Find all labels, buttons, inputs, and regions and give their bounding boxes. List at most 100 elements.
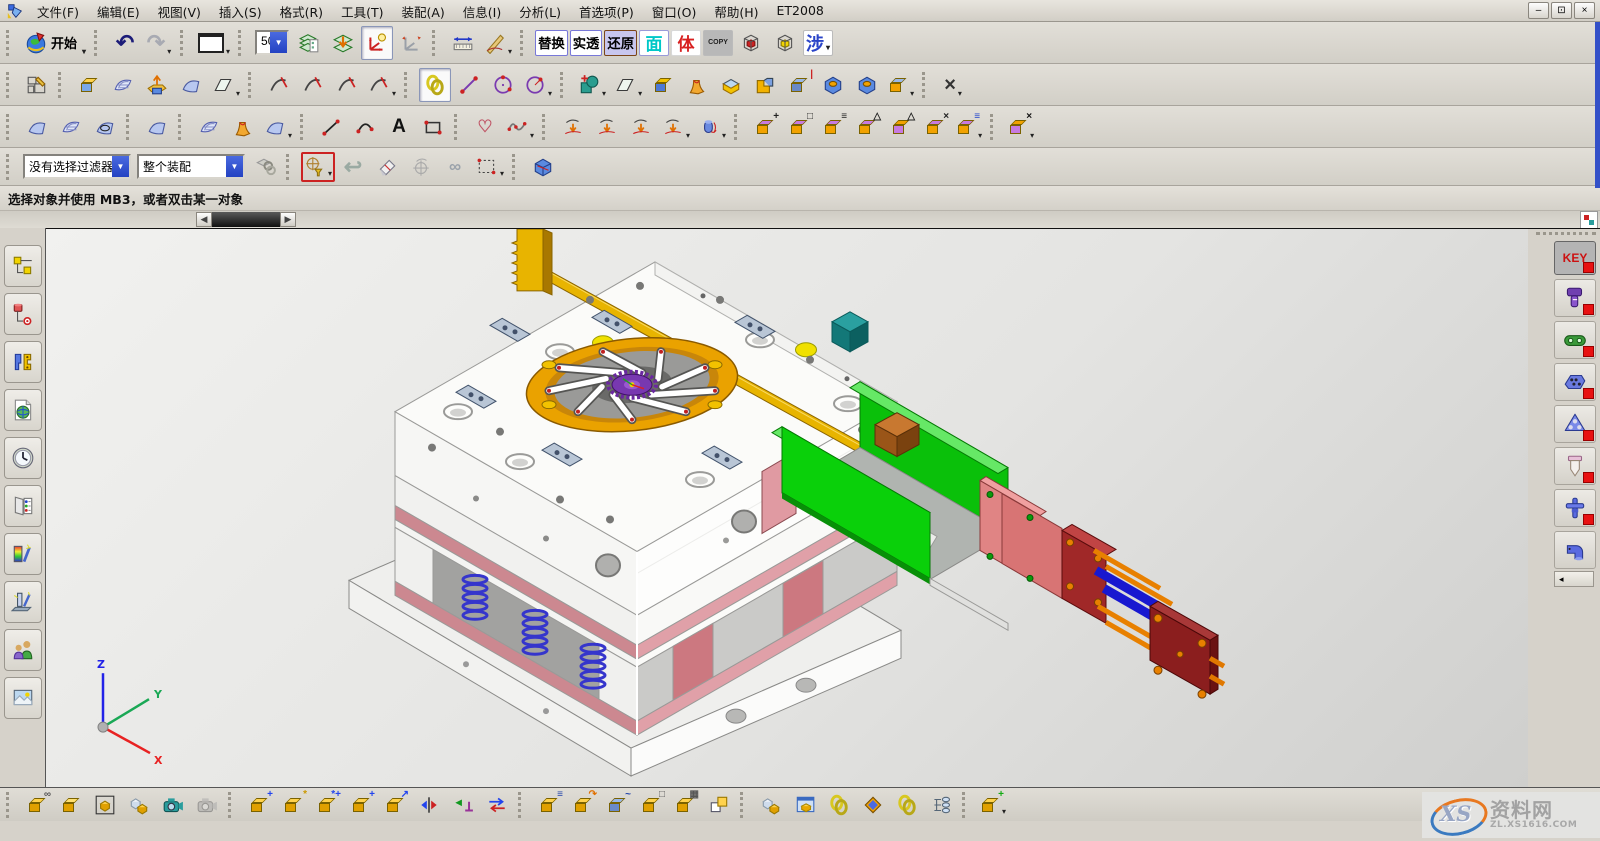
scroll-right-button[interactable]: ▶ xyxy=(280,212,296,227)
edit-curve-icon[interactable]: ▾ xyxy=(365,68,399,102)
wcs-dynamics-icon[interactable] xyxy=(361,26,393,60)
promote-body-icon[interactable] xyxy=(703,790,735,820)
red-cube-icon[interactable] xyxy=(735,26,767,60)
replace-component-icon[interactable] xyxy=(481,790,513,820)
boolean-icon[interactable]: ▾ xyxy=(575,68,609,102)
trim-curve-icon[interactable] xyxy=(263,68,295,102)
delete-object-icon[interactable]: × xyxy=(919,110,951,144)
system-materials-icon[interactable] xyxy=(4,485,42,527)
rollback-icon[interactable]: ↩ xyxy=(337,152,369,182)
selection-filter-combo[interactable]: 没有选择过滤器▼ xyxy=(23,154,131,179)
show-exploded-icon[interactable] xyxy=(789,790,821,820)
assembly-constraints-icon[interactable] xyxy=(447,790,479,820)
section-curve-icon[interactable]: ▾ xyxy=(659,110,693,144)
suppress-component-icon[interactable]: ↷ xyxy=(567,790,599,820)
replace-button[interactable]: 替换 xyxy=(535,30,568,56)
split-body-icon[interactable] xyxy=(73,68,105,102)
record-snapshot-icon[interactable] xyxy=(157,790,189,820)
combined-projection-icon[interactable] xyxy=(591,110,623,144)
menu-insert[interactable]: 插入(S) xyxy=(210,1,271,21)
start-button[interactable]: 开始▾ xyxy=(21,26,89,60)
pattern-component-icon[interactable]: ▦ xyxy=(669,790,701,820)
snap-point-icon[interactable]: ▾ xyxy=(301,152,335,182)
wave-linker-icon[interactable] xyxy=(857,790,889,820)
assembly-navigator-icon[interactable] xyxy=(4,245,42,287)
measure-angle-icon[interactable]: ▾ xyxy=(481,26,515,60)
sew-surface-icon[interactable] xyxy=(193,110,225,144)
paste-object-icon[interactable]: ≡ xyxy=(817,110,849,144)
ruled-surface-icon[interactable] xyxy=(21,110,53,144)
work-layer-combo[interactable]: 50▼ xyxy=(255,30,289,55)
panel-collapse-button[interactable]: ◂ xyxy=(1554,571,1594,587)
rectangle-icon[interactable] xyxy=(417,110,449,144)
divide-curve-icon[interactable] xyxy=(297,68,329,102)
history-icon[interactable] xyxy=(4,437,42,479)
relations-browser-icon[interactable] xyxy=(925,790,957,820)
view-cube-icon[interactable] xyxy=(527,152,559,182)
restore-button[interactable]: ⊡ xyxy=(1551,2,1572,19)
hole-icon[interactable] xyxy=(817,68,849,102)
copy-properties-icon[interactable]: ≡▾ xyxy=(953,110,985,144)
component-structure-icon[interactable] xyxy=(123,790,155,820)
swept-icon[interactable] xyxy=(681,68,713,102)
spline-icon[interactable]: ▾ xyxy=(503,110,537,144)
screw-plug-item[interactable] xyxy=(1554,279,1596,317)
menu-et2008[interactable]: ET2008 xyxy=(768,1,833,21)
project-curve-icon[interactable] xyxy=(557,110,589,144)
line-icon[interactable] xyxy=(453,68,485,102)
menu-format[interactable]: 格式(R) xyxy=(271,1,332,21)
part-navigator-icon[interactable] xyxy=(4,341,42,383)
basic-line-icon[interactable] xyxy=(315,110,347,144)
scroll-thumb[interactable] xyxy=(212,212,280,227)
open-component-icon[interactable] xyxy=(55,790,87,820)
boss-icon[interactable] xyxy=(851,68,883,102)
visualization-icon[interactable] xyxy=(4,533,42,575)
minimize-button[interactable]: – xyxy=(1528,2,1549,19)
erase-highlight-icon[interactable] xyxy=(371,152,403,182)
datum-plane2-icon[interactable]: ▾ xyxy=(611,68,645,102)
scroll-left-button[interactable]: ◀ xyxy=(196,212,212,227)
menu-tools[interactable]: 工具(T) xyxy=(332,1,392,21)
join-curve-icon[interactable] xyxy=(419,68,451,102)
scale-body-icon[interactable]: △ xyxy=(851,110,883,144)
dock-corner-button[interactable] xyxy=(1580,211,1598,229)
marquee-select-icon[interactable]: ▾ xyxy=(473,152,507,182)
bracket-part-item[interactable] xyxy=(1554,363,1596,401)
constraint-navigator-icon[interactable] xyxy=(4,293,42,335)
body-button[interactable]: 体 xyxy=(671,30,701,56)
menu-analysis[interactable]: 分析(L) xyxy=(510,1,570,21)
undo-icon[interactable]: ↶ xyxy=(109,26,141,60)
add-component-icon[interactable]: + xyxy=(243,790,275,820)
intersect-icon[interactable]: | xyxy=(783,68,815,102)
scene-background-icon[interactable] xyxy=(4,677,42,719)
trim-body-icon[interactable] xyxy=(715,68,747,102)
copy-button[interactable]: COPY xyxy=(703,30,733,56)
copy-object-icon[interactable]: □ xyxy=(783,110,815,144)
interpart-chain-icon[interactable] xyxy=(823,790,855,820)
offset-in-face-icon[interactable]: ▾ xyxy=(695,110,729,144)
3d-viewport[interactable]: Z Y X xyxy=(46,228,1528,787)
cylindrical-scale-icon[interactable]: △ xyxy=(885,110,917,144)
menu-view[interactable]: 视图(V) xyxy=(149,1,210,21)
menu-assemblies[interactable]: 装配(A) xyxy=(392,1,453,21)
roles-icon[interactable] xyxy=(4,629,42,671)
interpart-selection-icon[interactable] xyxy=(249,152,281,182)
yellow-cube-icon[interactable] xyxy=(769,26,801,60)
deform-component-icon[interactable]: ~ xyxy=(601,790,633,820)
dimension-object-icon[interactable]: ×▾ xyxy=(1005,110,1037,144)
basic-arc-icon[interactable] xyxy=(349,110,381,144)
layer-settings-icon[interactable] xyxy=(293,26,325,60)
remember-constraints-icon[interactable]: ≡ xyxy=(533,790,565,820)
selection-scope-combo[interactable]: 整个装配▼ xyxy=(137,154,245,179)
thicken-sheet-icon[interactable] xyxy=(175,68,207,102)
menu-information[interactable]: 信息(I) xyxy=(454,1,510,21)
circle-icon[interactable] xyxy=(487,68,519,102)
menu-preferences[interactable]: 首选项(P) xyxy=(570,1,643,21)
show-in-window-icon[interactable] xyxy=(89,790,121,820)
move-to-layer-icon[interactable] xyxy=(327,26,359,60)
link-part-item[interactable] xyxy=(1554,321,1596,359)
through-curves-icon[interactable] xyxy=(55,110,87,144)
make-unique-icon[interactable]: □ xyxy=(635,790,667,820)
sheet-grid-icon[interactable] xyxy=(107,68,139,102)
visual-effects-icon[interactable] xyxy=(4,581,42,623)
